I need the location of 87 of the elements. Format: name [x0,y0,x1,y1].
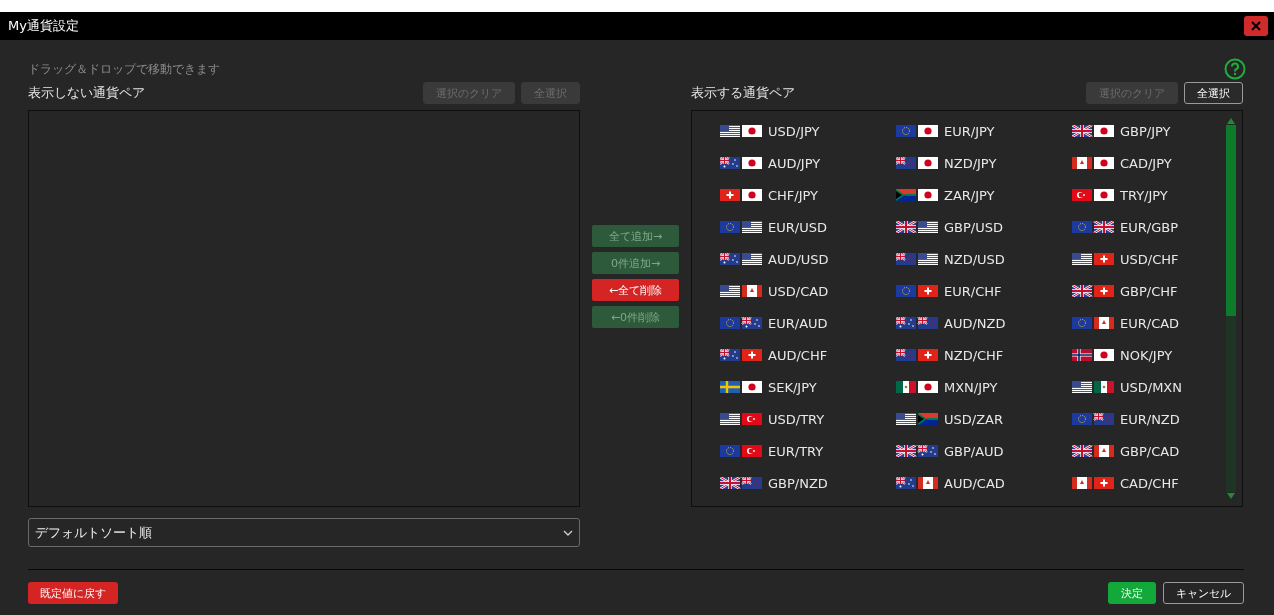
currency-pair-item[interactable]: EUR/CAD [1120,315,1180,331]
currency-flags-icon [1072,285,1114,297]
currency-pair-item[interactable]: NZD/USD [944,251,1005,267]
currency-pair-item[interactable]: USD/JPY [768,123,820,139]
currency-pair-item[interactable]: EUR/CHF [944,283,1002,299]
currency-pair-item[interactable]: GBP/NZD [768,475,828,491]
remove-button[interactable]: ←全て削除 [592,279,679,301]
currency-pair-item[interactable]: USD/CHF [1120,251,1179,267]
currency-pair-item[interactable]: AUD/NZD [944,315,1006,331]
currency-flags-icon [1072,221,1114,233]
currency-pair-item[interactable]: CAD/CHF [1120,475,1179,491]
currency-pair-item[interactable]: GBP/AUD [944,443,1004,459]
close-icon [1250,20,1262,32]
currency-pair-item[interactable]: MXN/JPY [944,379,998,395]
currency-flags-icon [896,317,938,329]
currency-flags-icon [720,253,762,265]
currency-flags-icon [1072,445,1114,457]
reset-defaults-button[interactable]: 既定値に戻す [28,582,118,604]
currency-flags-icon [896,285,938,297]
currency-pair-item[interactable]: EUR/JPY [944,123,995,139]
currency-flags-icon [720,221,762,233]
currency-pair-item[interactable]: USD/TRY [768,411,825,427]
sort-dropdown[interactable]: デフォルトソート順 [28,518,580,547]
currency-pair-item[interactable]: EUR/NZD [1120,411,1180,427]
scrollbar[interactable] [1226,117,1236,500]
currency-flags-icon [896,349,938,361]
currency-pair-item[interactable]: USD/MXN [1120,379,1182,395]
help-icon[interactable] [1224,58,1246,80]
currency-pair-item[interactable]: EUR/TRY [768,443,824,459]
currency-flags-icon [720,445,762,457]
shown-pairs-list[interactable] [691,110,1243,507]
currency-pair-item[interactable]: GBP/CHF [1120,283,1178,299]
panel-title: 表示する通貨ペア [691,84,795,102]
currency-flags-icon [720,157,762,169]
currency-flags-icon [1072,413,1114,425]
currency-flags-icon [896,157,938,169]
currency-pair-item[interactable]: EUR/AUD [768,315,828,331]
panel-title: 表示しない通貨ペア [28,84,145,102]
currency-flags-icon [720,125,762,137]
currency-flags-icon [1072,381,1114,393]
currency-flags-icon [720,477,762,489]
currency-flags-icon [1072,157,1114,169]
currency-pair-item[interactable]: CHF/JPY [768,187,819,203]
currency-flags-icon [896,221,938,233]
currency-pair-item[interactable]: ZAR/JPY [944,187,995,203]
currency-flags-icon [720,349,762,361]
chevron-down-icon [563,529,573,536]
cancel-button[interactable]: キャンセル [1163,582,1244,604]
currency-flags-icon [720,381,762,393]
drag-drop-hint: ドラッグ＆ドロップで移動できます [28,60,220,78]
currency-flags-icon [1072,349,1114,361]
currency-flags-icon [1072,317,1114,329]
currency-flags-icon [720,317,762,329]
currency-flags-icon [896,253,938,265]
currency-pair-item[interactable]: SEK/JPY [768,379,817,395]
currency-pair-item[interactable]: GBP/JPY [1120,123,1171,139]
currency-pair-item[interactable]: GBP/CAD [1120,443,1180,459]
currency-pair-item[interactable]: NZD/JPY [944,155,997,171]
currency-pair-item[interactable]: NZD/CHF [944,347,1004,363]
currency-pair-item[interactable]: EUR/USD [768,219,827,235]
currency-flags-icon [896,381,938,393]
currency-pair-item[interactable]: GBP/USD [944,219,1003,235]
currency-pair-item[interactable]: CAD/JPY [1120,155,1172,171]
currency-flags-icon [896,477,938,489]
currency-pair-item[interactable]: AUD/CAD [944,475,1005,491]
currency-pair-item[interactable]: AUD/CHF [768,347,828,363]
currency-pair-item[interactable]: AUD/JPY [768,155,821,171]
currency-flags-icon [1072,477,1114,489]
currency-flags-icon [896,189,938,201]
currency-pair-item[interactable]: USD/CAD [768,283,829,299]
close-button[interactable] [1244,16,1268,36]
currency-pair-item[interactable]: USD/ZAR [944,411,1003,427]
currency-flags-icon [896,125,938,137]
currency-flags-icon [720,285,762,297]
currency-flags-icon [720,189,762,201]
currency-flags-icon [896,445,938,457]
currency-pair-item[interactable]: NOK/JPY [1120,347,1173,363]
currency-pair-item[interactable]: EUR/GBP [1120,219,1178,235]
currency-pair-item[interactable]: TRY/JPY [1120,187,1168,203]
currency-flags-icon [896,413,938,425]
select-all-button[interactable]: 全選択 [1184,82,1243,104]
currency-flags-icon [1072,253,1114,265]
window-title: My通貨設定 [8,17,79,35]
currency-pair-item[interactable]: AUD/USD [768,251,829,267]
currency-flags-icon [720,413,762,425]
currency-flags-icon [1072,125,1114,137]
currency-flags-icon [1072,189,1114,201]
